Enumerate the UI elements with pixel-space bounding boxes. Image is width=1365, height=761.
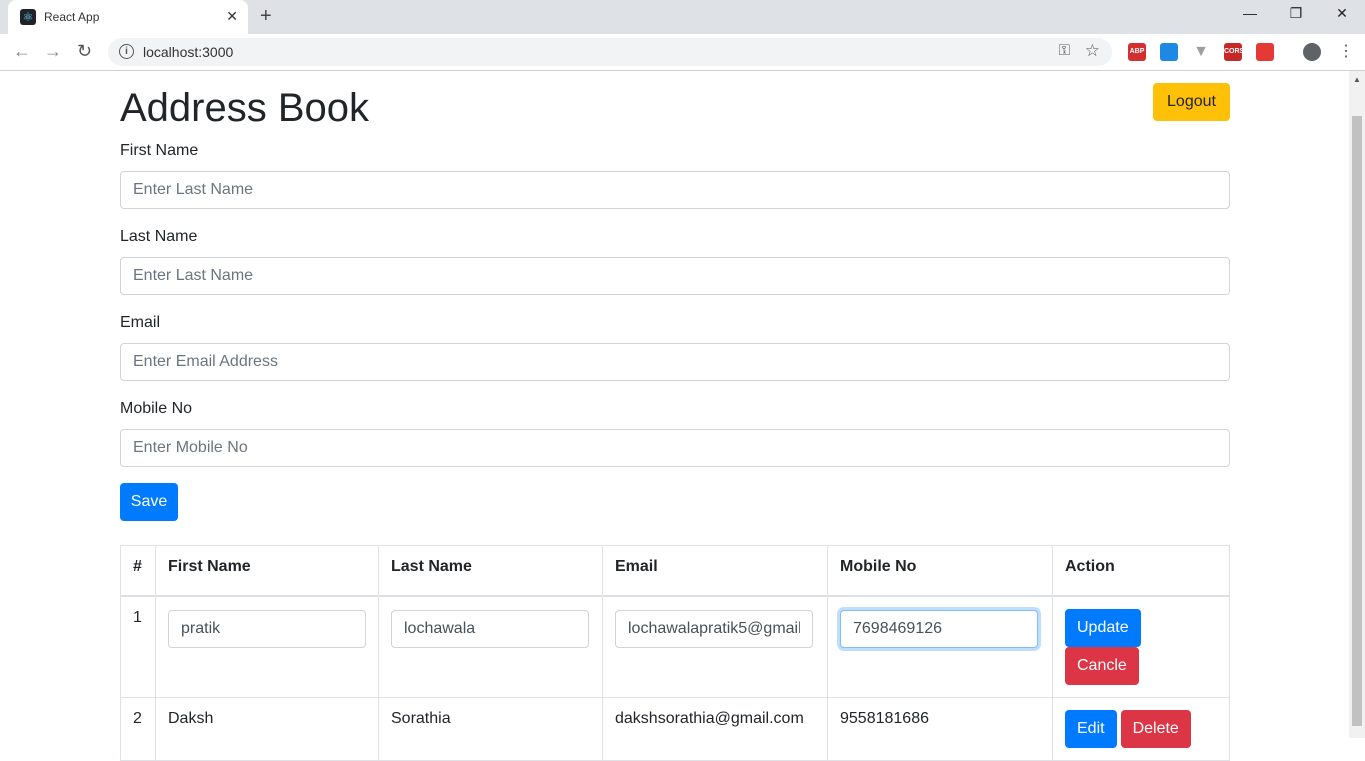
edit-email-input[interactable]: [615, 610, 813, 648]
last-name-input[interactable]: [120, 257, 1230, 295]
reload-icon[interactable]: ↻: [77, 41, 92, 62]
close-icon[interactable]: ✕: [226, 8, 238, 25]
cell-last-name: [378, 595, 603, 698]
cell-email: [602, 595, 828, 698]
scroll-thumb[interactable]: [1352, 116, 1362, 726]
edit-mobile-input[interactable]: [840, 610, 1038, 648]
header-first-name: First Name: [155, 545, 379, 597]
vue-devtools-icon[interactable]: ▼: [1192, 43, 1210, 61]
cell-mobile: [827, 595, 1053, 698]
page-title: Address Book: [120, 86, 370, 130]
header-email: Email: [602, 545, 828, 597]
star-icon[interactable]: ☆: [1085, 41, 1100, 61]
update-button[interactable]: Update: [1065, 609, 1141, 647]
extension-red-icon[interactable]: [1256, 43, 1274, 61]
extension-blue-icon[interactable]: [1160, 43, 1178, 61]
cell-action: Edit Delete: [1052, 697, 1230, 761]
cell-action: UpdateCancle: [1052, 595, 1230, 698]
contacts-table: # First Name Last Name Email Mobile No A…: [120, 545, 1230, 761]
header-action: Action: [1052, 545, 1230, 597]
tab-title: React App: [44, 10, 100, 24]
edit-last-name-input[interactable]: [391, 610, 589, 648]
profile-icon[interactable]: [1303, 43, 1321, 61]
header-mobile: Mobile No: [827, 545, 1053, 597]
table-header-row: # First Name Last Name Email Mobile No A…: [120, 545, 1230, 597]
window-close-icon[interactable]: ✕: [1319, 5, 1365, 22]
forward-icon[interactable]: →: [44, 41, 62, 62]
row-index: 1: [120, 595, 156, 698]
restore-icon[interactable]: ❐: [1273, 5, 1319, 22]
adblock-icon[interactable]: ABP: [1128, 43, 1146, 61]
table-row-editing: 1 UpdateCancle: [120, 595, 1230, 698]
url-text[interactable]: localhost:3000: [143, 44, 233, 60]
minimize-icon[interactable]: —: [1227, 5, 1273, 21]
cell-first-name: Daksh: [155, 697, 379, 761]
cell-last-name: Sorathia: [378, 697, 603, 761]
delete-button[interactable]: Delete: [1120, 710, 1191, 748]
cors-icon[interactable]: CORS: [1224, 43, 1244, 61]
new-tab-icon[interactable]: +: [260, 5, 272, 28]
key-icon[interactable]: ⚿: [1059, 42, 1070, 59]
address-bar[interactable]: i localhost:3000 ⚿ ☆: [108, 38, 1112, 66]
cancel-button[interactable]: Cancle: [1065, 647, 1139, 685]
cell-email: dakshsorathia@gmail.com: [602, 697, 828, 761]
react-icon: ⚛: [20, 9, 36, 25]
browser-tab[interactable]: ⚛ React App ✕: [8, 0, 248, 34]
save-button[interactable]: Save: [120, 483, 178, 521]
edit-button[interactable]: Edit: [1065, 710, 1117, 748]
back-icon[interactable]: ←: [13, 41, 31, 62]
header-last-name: Last Name: [378, 545, 603, 597]
logout-button[interactable]: Logout: [1153, 83, 1230, 121]
info-icon[interactable]: i: [119, 44, 134, 59]
cell-mobile: 9558181686: [827, 697, 1053, 761]
table-row: 2 Daksh Sorathia dakshsorathia@gmail.com…: [120, 697, 1230, 761]
edit-first-name-input[interactable]: [168, 610, 366, 648]
mobile-input[interactable]: [120, 429, 1230, 467]
browser-tab-bar: ⚛ React App ✕ + — ❐ ✕: [0, 0, 1365, 34]
email-label: Email: [120, 314, 161, 331]
cell-first-name: [155, 595, 379, 698]
email-input[interactable]: [120, 343, 1230, 381]
last-name-label: Last Name: [120, 228, 198, 245]
row-index: 2: [120, 697, 156, 761]
browser-toolbar: ← → ↻ i localhost:3000 ⚿ ☆ ABP ▼ CORS ⋮: [0, 34, 1365, 71]
scroll-up-icon[interactable]: ▲: [1353, 75, 1361, 84]
scrollbar[interactable]: ▲: [1349, 71, 1365, 738]
header-index: #: [120, 545, 156, 597]
first-name-label: First Name: [120, 142, 199, 159]
mobile-label: Mobile No: [120, 400, 193, 417]
first-name-input[interactable]: [120, 171, 1230, 209]
menu-icon[interactable]: ⋮: [1338, 41, 1354, 61]
